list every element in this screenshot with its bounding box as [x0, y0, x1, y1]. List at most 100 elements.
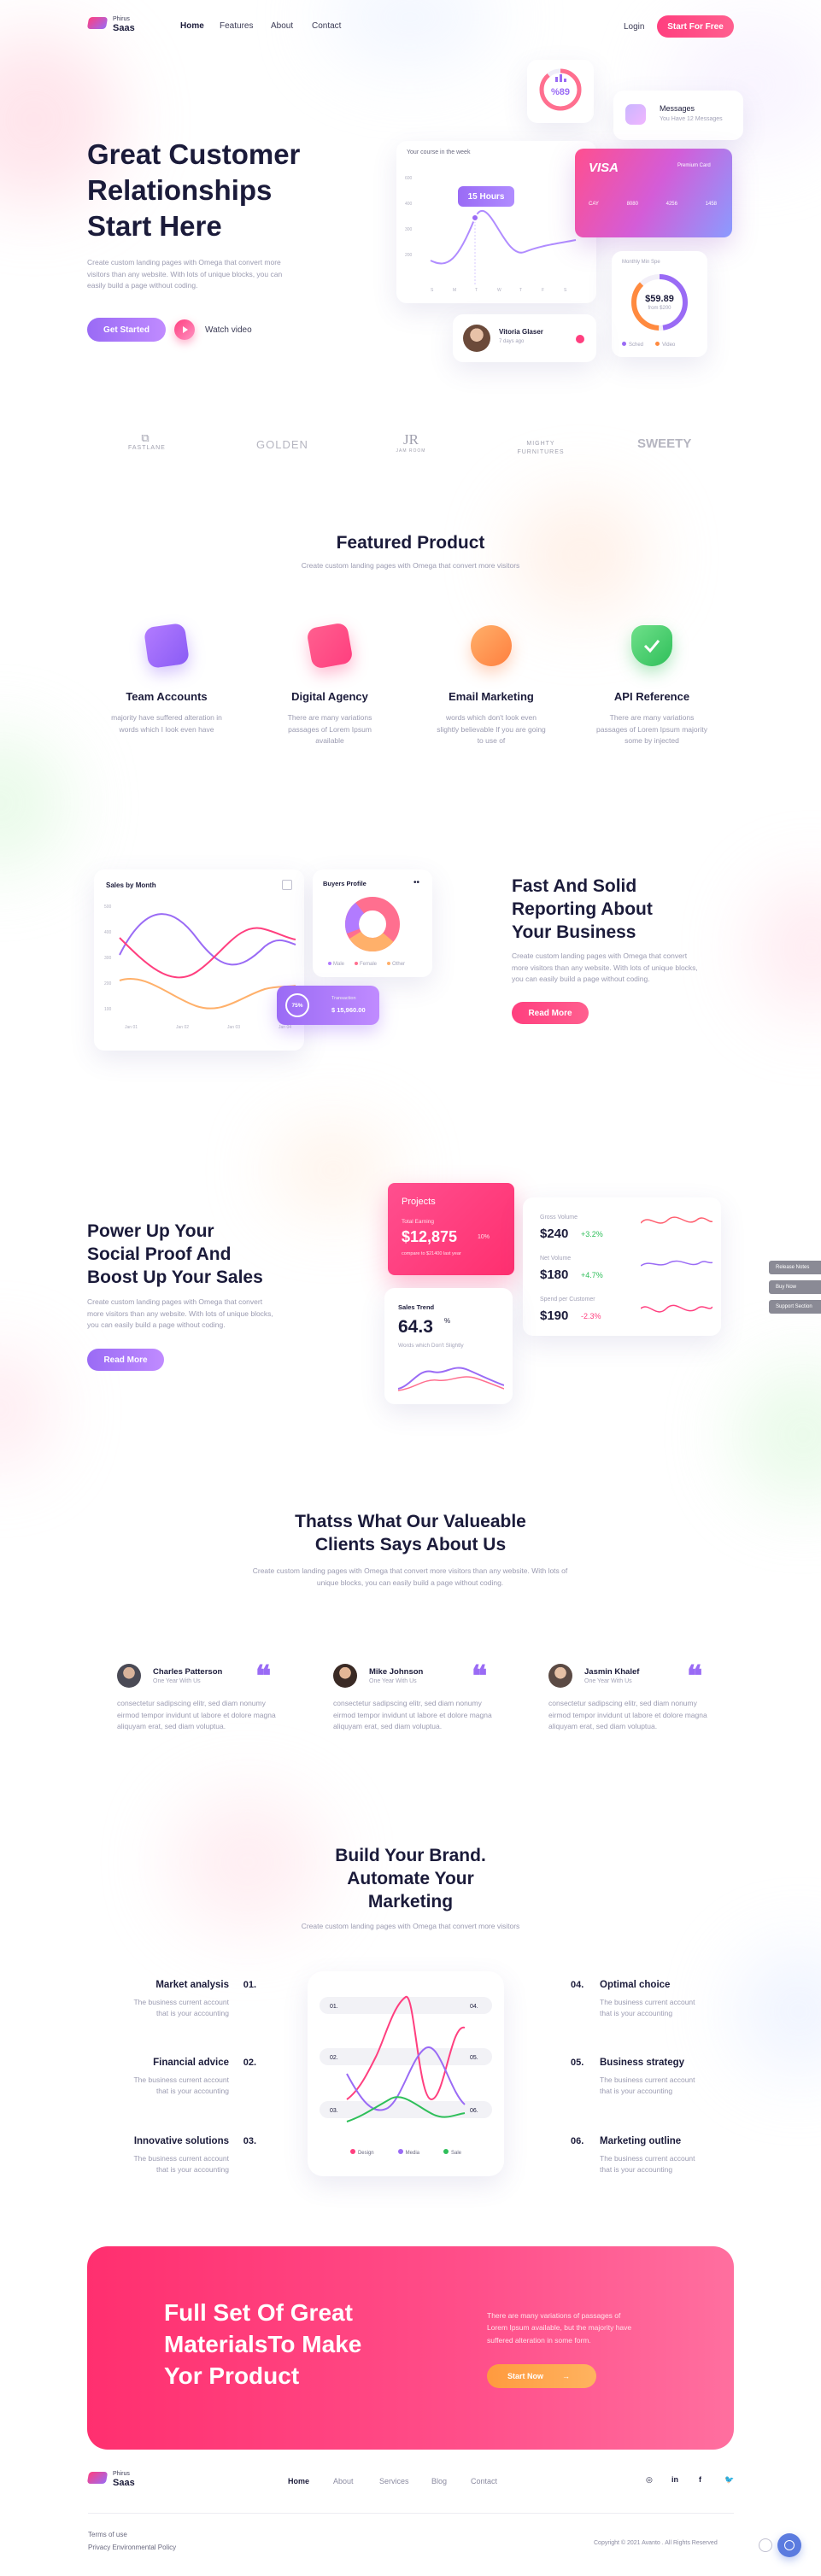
- messages-sub: You Have 12 Messages: [660, 116, 723, 122]
- reporting-read-more[interactable]: Read More: [512, 1002, 589, 1024]
- footer-nav-services[interactable]: Services: [379, 2477, 409, 2485]
- visa-number-4: 1458: [705, 202, 717, 207]
- brand-title-1: Build Your Brand.: [335, 1846, 486, 1865]
- brand-top: Phirus: [113, 16, 130, 22]
- visa-number-3: 4256: [666, 202, 677, 207]
- user-name: Vitoria Glaser: [499, 328, 543, 336]
- brand-bottom: Saas: [113, 23, 135, 33]
- stat-spend-label: Spend per Customer: [540, 1297, 595, 1303]
- buyers-legend: Male Female Other: [328, 962, 405, 967]
- buyers-donut: [345, 897, 400, 951]
- visa-number-1: CAY: [589, 202, 599, 207]
- arrow-right-icon: →: [562, 2372, 571, 2380]
- login-link[interactable]: Login: [624, 22, 644, 32]
- brand-logo[interactable]: Phirus Saas: [86, 14, 139, 39]
- feature-title: Team Accounts: [126, 690, 208, 703]
- stat-net-change: +4.7%: [581, 1271, 603, 1279]
- monthly-title: Monthly Min Spe: [622, 260, 660, 265]
- brand-sub: Create custom landing pages with Omega t…: [301, 1922, 520, 1930]
- hero-title-1: Great Customer: [87, 138, 301, 170]
- visa-numbers: CAY 8080 4256 1458: [589, 202, 717, 207]
- chart-row-tag: 01.: [330, 2004, 338, 2010]
- brand-step-num: 06.: [571, 2136, 584, 2146]
- user-card[interactable]: Vitoria Glaser 7 days ago: [453, 314, 596, 362]
- projects-label: Total Earning: [402, 1219, 434, 1225]
- brand-step-num: 03.: [243, 2136, 256, 2146]
- chat-button[interactable]: [777, 2533, 801, 2557]
- trend-chart: [398, 1367, 504, 1391]
- visa-card[interactable]: VISA Premium Card CAY 8080 4256 1458: [575, 149, 732, 237]
- brand-top: Phirus: [113, 2471, 130, 2477]
- messages-card[interactable]: Messages You Have 12 Messages: [613, 91, 743, 140]
- social-read-more[interactable]: Read More: [87, 1349, 164, 1371]
- user-avatar: [463, 325, 490, 352]
- testimonial-card: Jasmin Khalef One Year With Us ❝ consect…: [547, 1657, 718, 1742]
- visa-number-2: 8080: [626, 202, 638, 207]
- stat-spend-value: $190: [540, 1308, 569, 1323]
- brand-step-num: 05.: [571, 2058, 584, 2068]
- support-section-button[interactable]: Support Section: [769, 1300, 821, 1314]
- x-tick-label: F: [542, 288, 544, 293]
- more-icon[interactable]: ••: [413, 878, 419, 887]
- instagram-icon[interactable]: ◎: [646, 2475, 653, 2485]
- brand-chart: 01. 04. 02. 05. 03. 06.: [320, 1995, 492, 2122]
- x-tick-label: Jan 03: [227, 1025, 240, 1030]
- transaction-value: $ 15,960.00: [331, 1006, 366, 1014]
- privacy-link[interactable]: Privacy Environmental Policy: [88, 2544, 176, 2551]
- transaction-card: 75% Transaction $ 15,960.00: [277, 986, 379, 1025]
- footer-nav-blog[interactable]: Blog: [431, 2477, 447, 2485]
- footer-nav-home[interactable]: Home: [288, 2477, 309, 2485]
- monthly-legend-1: Sched: [622, 342, 643, 348]
- hero-title-3: Start Here: [87, 210, 222, 242]
- testimonial-name: Charles Patterson: [153, 1667, 223, 1677]
- theme-toggle[interactable]: [759, 2538, 772, 2552]
- feature-title: Email Marketing: [449, 690, 534, 703]
- visa-subtitle: Premium Card: [677, 163, 711, 168]
- twitter-icon[interactable]: 🐦: [724, 2475, 734, 2485]
- stat-gross-value: $240: [540, 1227, 569, 1241]
- testimonial-role: One Year With Us: [369, 1678, 417, 1684]
- x-tick-label: Jan 04: [279, 1025, 291, 1030]
- nav-about[interactable]: About: [271, 21, 293, 31]
- start-now-button[interactable]: Start Now →: [487, 2364, 596, 2388]
- feature-title: Digital Agency: [291, 690, 368, 703]
- nav-features[interactable]: Features: [220, 21, 253, 31]
- transaction-ring: 75%: [285, 993, 309, 1017]
- feature-item-email[interactable]: Email Marketing words which don't look e…: [427, 624, 555, 752]
- footer-nav-contact[interactable]: Contact: [471, 2477, 497, 2485]
- stat-gross-label: Gross Volume: [540, 1215, 578, 1221]
- testimonial-name: Jasmin Khalef: [584, 1667, 640, 1677]
- logo-strip: ⧉ FASTLANE GOLDEN JR JAM ROOM MIGHTY FURNI…: [85, 431, 735, 465]
- linkedin-icon[interactable]: in: [671, 2475, 678, 2484]
- course-chart: 600 400 300 200 S M T W T F S: [405, 176, 577, 293]
- projects-sub: compare to $21400 last year: [402, 1251, 461, 1256]
- nav-contact[interactable]: Contact: [312, 21, 341, 31]
- stat-sparklines: [641, 1216, 713, 1313]
- get-started-button[interactable]: Get Started: [87, 318, 166, 342]
- hero-description: Create custom landing pages with Omega t…: [87, 258, 283, 290]
- stat-net-value: $180: [540, 1268, 569, 1282]
- feature-item-agency[interactable]: Digital Agency There are many variations…: [266, 622, 394, 752]
- chart-row-band: [320, 2048, 492, 2065]
- terms-link[interactable]: Terms of use: [88, 2531, 127, 2538]
- feature-item-api[interactable]: API Reference There are many variations …: [588, 624, 716, 752]
- y-tick-label: 500: [104, 905, 112, 910]
- reporting-title-3: Your Business: [512, 922, 636, 942]
- footer-logo[interactable]: Phirus Saas: [86, 2468, 139, 2494]
- testimonials-title-1: Thatss What Our Valueable: [295, 1512, 526, 1531]
- feature-item-team[interactable]: Team Accounts majority have suffered alt…: [103, 622, 231, 752]
- facebook-icon[interactable]: f: [699, 2475, 701, 2484]
- stat-spend-change: -2.3%: [581, 1312, 601, 1320]
- buyers-legend-other: Other: [387, 962, 405, 967]
- nav-home[interactable]: Home: [180, 21, 204, 31]
- buy-now-button[interactable]: Buy Now: [769, 1280, 821, 1294]
- brand-legend: Design Media Sale: [308, 2149, 504, 2156]
- play-icon: [174, 319, 195, 340]
- avatar: [117, 1664, 141, 1688]
- watch-video-button[interactable]: Watch video: [174, 318, 260, 342]
- release-notes-button[interactable]: Release Notes: [769, 1261, 821, 1274]
- start-free-button[interactable]: Start For Free: [657, 15, 734, 38]
- buyers-title: Buyers Profile: [323, 880, 367, 887]
- x-tick-label: Jan 02: [176, 1025, 189, 1030]
- footer-nav-about[interactable]: About: [333, 2477, 354, 2485]
